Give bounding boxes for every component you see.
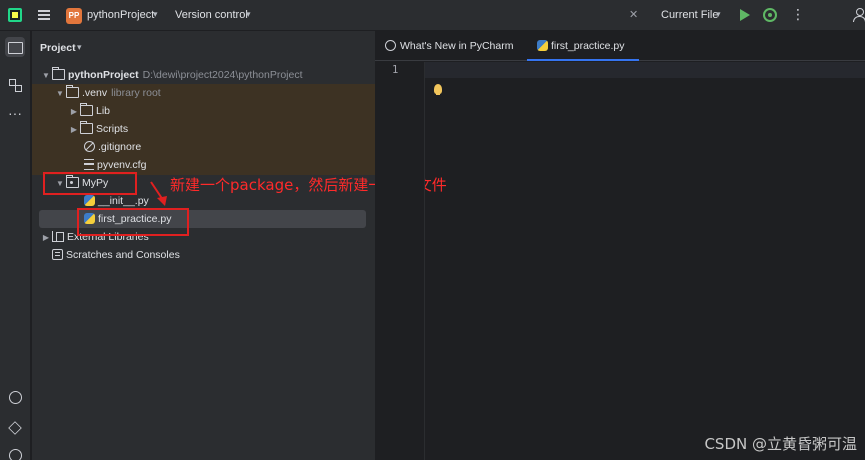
project-panel-title[interactable]: Project [40, 42, 76, 54]
main-menu-icon[interactable] [38, 10, 50, 20]
title-bar: PP pythonProject ▾ Version control ▾ Cur… [0, 0, 865, 31]
python-file-icon [537, 40, 548, 51]
folder-icon [80, 121, 93, 134]
tree-item-venv[interactable]: ▼ .venv library root [54, 84, 161, 102]
more-actions-icon[interactable]: ⋮ [791, 6, 805, 22]
chevron-right-icon[interactable]: ▶ [68, 121, 80, 139]
chevron-down-icon[interactable]: ▾ [77, 42, 82, 53]
lightbulb-icon[interactable] [434, 84, 442, 95]
watermark: CSDN @立黄昏粥可温 [704, 435, 857, 453]
chevron-right-icon[interactable]: ▶ [40, 229, 52, 247]
pycharm-logo-icon [8, 8, 22, 22]
run-configuration-selector[interactable]: Current File [661, 9, 718, 21]
more-tools-icon[interactable]: ··· [5, 106, 25, 127]
tree-item-root[interactable]: ▼ pythonProject D:\dewi\project2024\python… [40, 66, 303, 84]
annotation-box-file [77, 208, 189, 236]
close-tab-icon[interactable]: ✕ [629, 8, 638, 21]
chevron-down-icon[interactable]: ▼ [54, 85, 66, 103]
annotation-arrow-icon [150, 181, 167, 206]
chevron-down-icon[interactable]: ▾ [153, 9, 158, 20]
user-account-icon[interactable] [853, 8, 865, 22]
project-tool-icon[interactable] [5, 37, 25, 57]
services-icon[interactable] [5, 418, 25, 438]
project-switcher[interactable]: pythonProject [87, 9, 154, 21]
tree-item-gitignore[interactable]: .gitignore [84, 138, 141, 156]
tool-window-strip: ··· [0, 31, 31, 460]
chevron-down-icon[interactable]: ▼ [40, 67, 52, 85]
annotation-box-package [43, 172, 137, 195]
editor-tab-bar: What's New in PyCharm first_practice.py [375, 31, 865, 61]
structure-tool-icon[interactable] [5, 75, 25, 95]
terminal-icon[interactable] [5, 445, 25, 460]
tab-whats-new[interactable]: What's New in PyCharm [385, 31, 513, 61]
run-icon[interactable] [740, 9, 750, 21]
python-console-icon[interactable] [5, 387, 25, 407]
version-control-menu[interactable]: Version control [175, 9, 248, 21]
debug-icon[interactable] [763, 8, 777, 22]
project-badge[interactable]: PP [66, 8, 82, 24]
tree-item-scripts[interactable]: ▶ Scripts [68, 120, 128, 138]
tree-item-lib[interactable]: ▶ Lib [68, 102, 110, 120]
project-panel: Project ▾ ▼ pythonProject D:\dewi\project2… [32, 31, 375, 460]
current-line-highlight [425, 62, 865, 78]
globe-icon [385, 40, 396, 51]
line-number: 1 [392, 64, 399, 76]
config-file-icon [84, 159, 94, 170]
python-file-icon [84, 195, 95, 206]
chevron-right-icon[interactable]: ▶ [68, 103, 80, 121]
scratches-icon [52, 249, 63, 260]
chevron-down-icon[interactable]: ▾ [716, 9, 721, 20]
tab-first-practice[interactable]: first_practice.py [527, 31, 638, 61]
chevron-down-icon[interactable]: ▾ [246, 9, 251, 20]
folder-icon [66, 85, 79, 98]
folder-icon [52, 67, 65, 80]
tree-item-scratches[interactable]: Scratches and Consoles [52, 246, 180, 264]
folder-icon [80, 103, 93, 116]
ignored-file-icon [84, 141, 95, 152]
editor-gutter [375, 62, 425, 460]
library-icon [52, 231, 64, 242]
